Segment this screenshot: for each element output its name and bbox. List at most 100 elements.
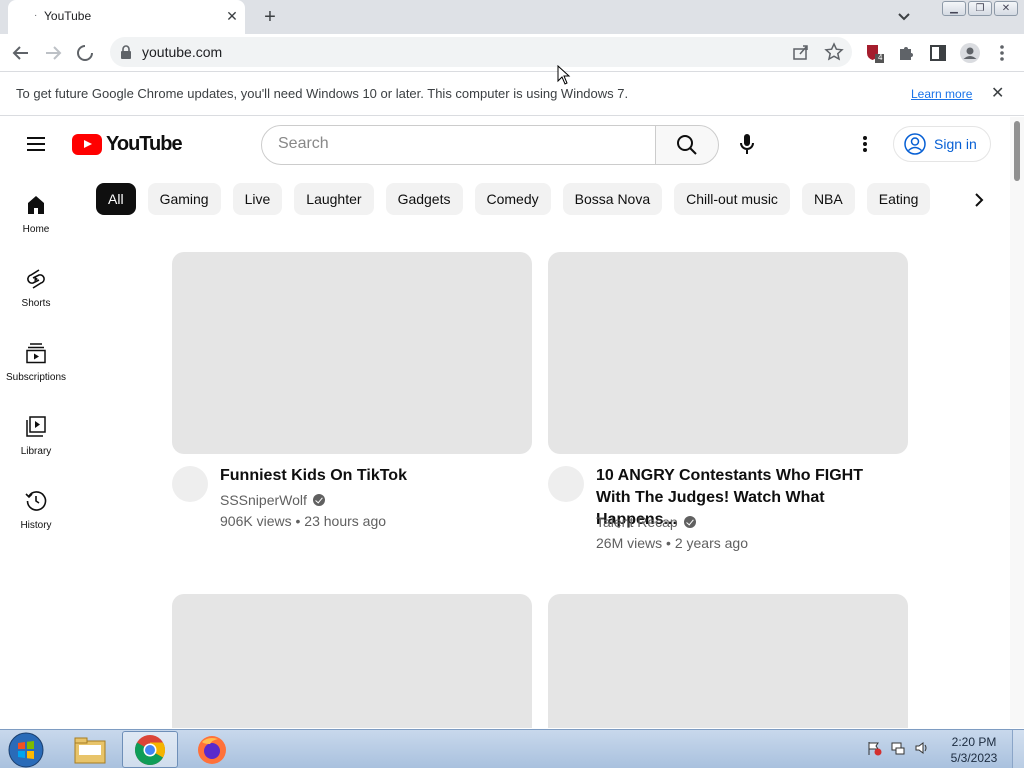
mouse-cursor-icon xyxy=(557,65,571,85)
sidebar-item-label: Shorts xyxy=(21,298,51,309)
back-arrow-icon xyxy=(12,46,28,60)
taskbar-firefox[interactable] xyxy=(184,731,240,768)
channel-name-text: Talent Recap xyxy=(596,514,678,530)
chip-bossa-nova[interactable]: Bossa Nova xyxy=(562,183,663,215)
chip-scroll-next-button[interactable] xyxy=(966,187,992,213)
sidebar-item-home[interactable]: Home xyxy=(0,175,72,249)
system-tray xyxy=(866,740,930,756)
youtube-logo[interactable]: YouTube xyxy=(72,133,183,156)
extension-badge: 4 xyxy=(878,53,883,62)
forward-button[interactable] xyxy=(40,40,66,66)
extensions-button[interactable] xyxy=(893,40,919,66)
side-panel-icon xyxy=(930,45,946,61)
chrome-icon xyxy=(134,734,166,765)
bookmark-star-icon xyxy=(824,42,844,61)
chip-gaming[interactable]: Gaming xyxy=(147,183,221,215)
shield-extension-icon xyxy=(867,45,884,63)
restore-button[interactable]: ❐ xyxy=(968,1,992,16)
sidebar-item-library[interactable]: Library xyxy=(0,397,72,471)
browser-tab[interactable]: · YouTube ✕ xyxy=(8,0,245,34)
settings-menu-button[interactable] xyxy=(850,129,880,159)
start-button[interactable] xyxy=(6,731,46,768)
microphone-icon xyxy=(740,134,754,154)
video-thumbnail[interactable] xyxy=(172,252,532,454)
tab-title: YouTube xyxy=(44,9,92,23)
learn-more-link[interactable]: Learn more xyxy=(911,87,972,101)
video-meta: 906K views • 23 hours ago xyxy=(220,513,386,529)
chrome-menu-button[interactable] xyxy=(989,40,1015,66)
chip-eating[interactable]: Eating xyxy=(866,183,931,215)
sidebar-item-label: History xyxy=(20,520,52,531)
sidebar-item-shorts[interactable]: Shorts xyxy=(0,249,72,323)
youtube-logo-text: YouTube xyxy=(106,133,183,155)
sidebar-item-label: Home xyxy=(22,224,50,235)
profile-avatar-icon xyxy=(960,43,980,63)
search-input[interactable] xyxy=(278,135,638,153)
chip-comedy[interactable]: Comedy xyxy=(474,183,551,215)
chip-laughter[interactable]: Laughter xyxy=(294,183,374,215)
network-icon[interactable] xyxy=(890,740,906,756)
video-thumbnail[interactable] xyxy=(548,594,908,728)
tab-close-icon[interactable]: ✕ xyxy=(224,8,240,24)
chip-live[interactable]: Live xyxy=(232,183,283,215)
taskbar-file-explorer[interactable] xyxy=(62,731,118,768)
new-tab-button[interactable]: + xyxy=(258,5,282,29)
kebab-menu-icon xyxy=(1000,45,1004,61)
minimize-button[interactable]: ▁ xyxy=(942,1,966,16)
taskbar-chrome[interactable] xyxy=(122,731,178,768)
upload-age: 2 years ago xyxy=(674,535,748,551)
history-icon xyxy=(25,491,47,511)
show-desktop-button[interactable] xyxy=(1012,730,1024,768)
upload-age: 23 hours ago xyxy=(304,513,387,529)
video-title[interactable]: Funniest Kids On TikTok xyxy=(220,465,520,487)
side-panel-button[interactable] xyxy=(925,40,951,66)
library-icon xyxy=(26,416,46,437)
infobar-close-icon[interactable]: ✕ xyxy=(991,83,1004,103)
scrollbar-thumb[interactable] xyxy=(1014,121,1020,181)
puzzle-icon xyxy=(900,47,913,60)
chip-nba[interactable]: NBA xyxy=(801,183,855,215)
volume-icon[interactable] xyxy=(914,740,930,756)
action-center-flag-icon[interactable] xyxy=(866,740,882,756)
close-window-button[interactable]: ✕ xyxy=(994,1,1018,16)
meta-separator: • xyxy=(666,535,671,551)
channel-name[interactable]: Talent Recap xyxy=(596,514,696,530)
channel-name-text: SSSniperWolf xyxy=(220,492,307,508)
sign-in-label: Sign in xyxy=(934,136,977,152)
chip-chill-out-music[interactable]: Chill-out music xyxy=(674,183,790,215)
chevron-down-icon xyxy=(898,13,910,21)
sign-in-button[interactable]: Sign in xyxy=(893,126,991,162)
search-box xyxy=(261,125,656,165)
filter-chip-bar: All Gaming Live Laughter Gadgets Comedy … xyxy=(96,183,931,215)
channel-avatar[interactable] xyxy=(172,466,208,502)
subscriptions-icon xyxy=(26,343,46,364)
chip-all[interactable]: All xyxy=(96,183,136,215)
profile-button[interactable] xyxy=(957,40,983,66)
shorts-icon xyxy=(27,269,45,289)
channel-avatar[interactable] xyxy=(548,466,584,502)
video-thumbnail[interactable] xyxy=(548,252,908,454)
address-bar[interactable]: youtube.com xyxy=(110,37,852,67)
sidebar-item-history[interactable]: History xyxy=(0,471,72,545)
clock-time: 2:20 PM xyxy=(951,735,997,749)
chip-gadgets[interactable]: Gadgets xyxy=(385,183,463,215)
infobar-message: To get future Google Chrome updates, you… xyxy=(16,86,629,101)
extension-shield-button[interactable]: 4 xyxy=(862,40,888,66)
view-count: 26M views xyxy=(596,535,663,551)
voice-search-button[interactable] xyxy=(730,127,764,161)
sidebar-item-subscriptions[interactable]: Subscriptions xyxy=(0,323,72,397)
home-icon xyxy=(28,196,44,214)
clock-date: 5/3/2023 xyxy=(950,751,998,765)
youtube-header: YouTube Sign in xyxy=(0,117,1010,173)
video-thumbnail[interactable] xyxy=(172,594,532,728)
guide-menu-button[interactable] xyxy=(24,132,48,156)
page-scrollbar[interactable] xyxy=(1010,117,1024,728)
back-button[interactable] xyxy=(8,40,34,66)
channel-name[interactable]: SSSniperWolf xyxy=(220,492,325,508)
search-button[interactable] xyxy=(655,125,719,165)
tab-search-button[interactable] xyxy=(893,7,915,27)
stop-loading-button[interactable] xyxy=(72,40,98,66)
search-icon xyxy=(677,135,697,155)
youtube-play-icon xyxy=(72,134,102,155)
taskbar-clock[interactable]: 2:20 PM 5/3/2023 xyxy=(944,734,1004,766)
